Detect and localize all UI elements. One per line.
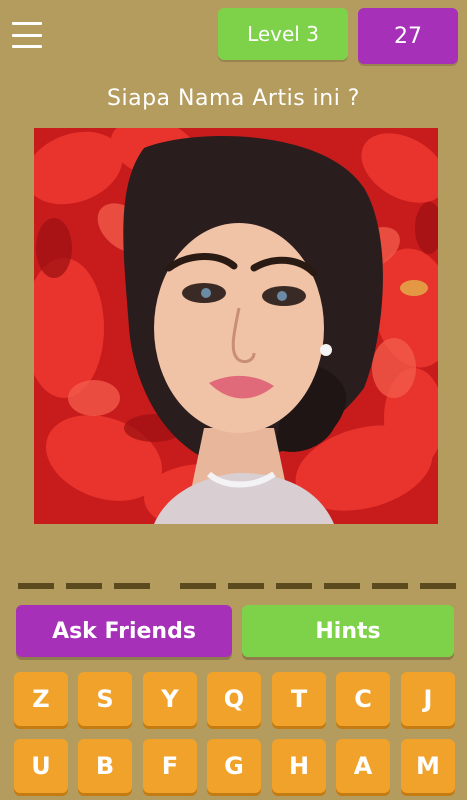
letter-key[interactable]: M: [401, 739, 455, 793]
answer-slot[interactable]: [324, 583, 360, 589]
answer-slot[interactable]: [114, 583, 150, 589]
menu-icon-line: [12, 22, 42, 25]
letter-key[interactable]: A: [336, 739, 390, 793]
letter-key[interactable]: T: [272, 672, 326, 726]
puzzle-photo: [34, 128, 438, 524]
menu-icon-line: [12, 45, 42, 48]
letter-key[interactable]: S: [78, 672, 132, 726]
hints-button[interactable]: Hints: [242, 605, 454, 657]
menu-icon-line: [12, 33, 42, 37]
letter-key[interactable]: C: [336, 672, 390, 726]
answer-slot[interactable]: [228, 583, 264, 589]
menu-icon[interactable]: [12, 22, 42, 48]
letter-key[interactable]: J: [401, 672, 455, 726]
question-text: Siapa Nama Artis ini ?: [107, 86, 360, 111]
answer-slot[interactable]: [420, 583, 456, 589]
letter-key[interactable]: H: [272, 739, 326, 793]
answer-slot[interactable]: [372, 583, 408, 589]
letter-key[interactable]: Z: [14, 672, 68, 726]
letter-key[interactable]: G: [207, 739, 261, 793]
letter-key[interactable]: B: [78, 739, 132, 793]
ask-friends-button[interactable]: Ask Friends: [16, 605, 232, 657]
answer-slot[interactable]: [180, 583, 216, 589]
letter-key[interactable]: F: [143, 739, 197, 793]
level-badge: Level 3: [218, 8, 348, 60]
answer-slot[interactable]: [66, 583, 102, 589]
answer-slot[interactable]: [276, 583, 312, 589]
letter-key[interactable]: Y: [143, 672, 197, 726]
letter-key[interactable]: Q: [207, 672, 261, 726]
answer-slot[interactable]: [18, 583, 54, 589]
letter-key[interactable]: U: [14, 739, 68, 793]
coin-counter[interactable]: 27: [358, 8, 458, 64]
answer-slots: [18, 583, 458, 591]
